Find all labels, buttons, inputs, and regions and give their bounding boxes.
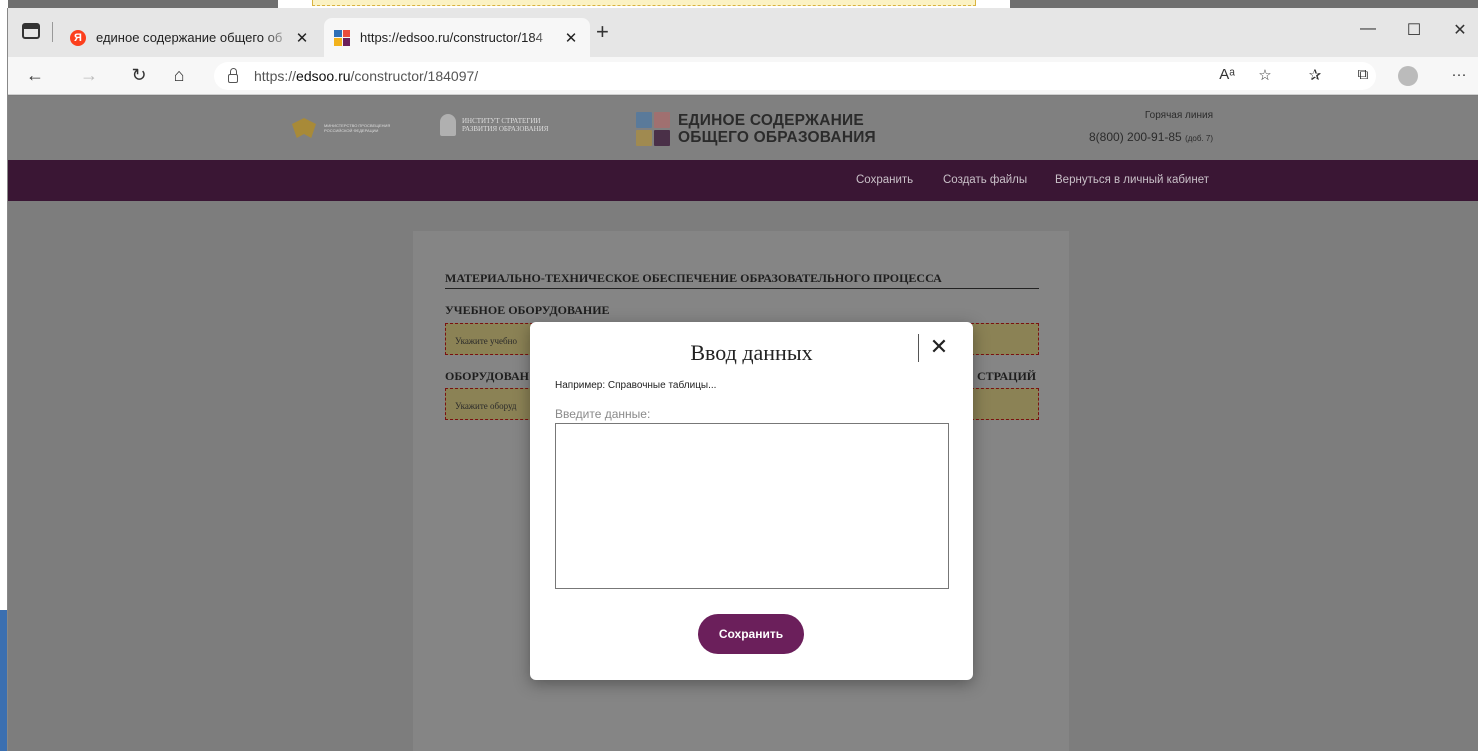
site-nav: Сохранить Создать файлы Вернуться в личн… <box>8 160 1478 201</box>
hotline-phone[interactable]: 8(800) 200-91-85 (доб. 7) <box>1089 130 1213 144</box>
lock-icon[interactable] <box>228 67 238 83</box>
section-lab-title-end: СТРАЦИЙ <box>977 369 1037 383</box>
save-button[interactable]: Сохранить <box>698 614 804 654</box>
close-icon[interactable]: ✕ <box>293 29 311 47</box>
data-textarea[interactable] <box>555 423 949 589</box>
logo-institute-text: ИНСТИТУТ СТРАТЕГИИ РАЗВИТИЯ ОБРАЗОВАНИЯ <box>462 117 548 133</box>
close-icon[interactable]: ✕ <box>562 29 580 47</box>
url-prefix: https:// <box>254 68 297 84</box>
logo-title-line1: ЕДИНОЕ СОДЕРЖАНИЕ <box>678 112 864 129</box>
section-equipment-title: УЧЕБНОЕ ОБОРУДОВАНИЕ <box>445 303 610 317</box>
profile-icon[interactable] <box>1398 66 1418 86</box>
more-icon[interactable]: ··· <box>1448 66 1470 83</box>
logo-title-line2: ОБЩЕГО ОБРАЗОВАНИЯ <box>678 129 876 146</box>
logo-institute-line2: РАЗВИТИЯ ОБРАЗОВАНИЯ <box>462 125 549 133</box>
logo-edsoo-title: ЕДИНОЕ СОДЕРЖАНИЕ ОБЩЕГО ОБРАЗОВАНИЯ <box>678 112 876 146</box>
maximize-icon[interactable]: ☐ <box>1404 20 1424 40</box>
url-path: /constructor/184097/ <box>350 68 479 84</box>
address-bar: ← → ↻ ⌂ https://edsoo.ru/constructor/184… <box>8 57 1478 95</box>
hotline: Горячая линия 8(800) 200-91-85 (доб. 7) <box>1089 110 1213 144</box>
tab-bar: Я единое содержание общего об ✕ https://… <box>8 8 1478 57</box>
logo-ministry-text: МИНИСТЕРСТВО ПРОСВЕЩЕНИЯ РОССИЙСКОЙ ФЕДЕ… <box>324 123 391 133</box>
url-host: edsoo.ru <box>296 68 351 84</box>
minimize-icon[interactable]: — <box>1358 20 1378 38</box>
url-field[interactable]: https://edsoo.ru/constructor/184097/ <box>214 62 1376 90</box>
tab-separator <box>52 22 53 42</box>
edsoo-favicon <box>334 29 350 46</box>
nav-create-files-link[interactable]: Создать файлы <box>943 174 1027 186</box>
eagle-emblem-icon <box>292 118 316 138</box>
plus-icon[interactable]: + <box>596 21 609 43</box>
logo-ministry[interactable]: МИНИСТЕРСТВО ПРОСВЕЩЕНИЯ РОССИЙСКОЙ ФЕДЕ… <box>292 118 414 138</box>
modal-hint: Например: Справочные таблицы... <box>555 380 717 391</box>
forward-icon[interactable]: → <box>78 65 100 85</box>
back-icon[interactable]: ← <box>24 65 46 85</box>
logo-edsoo[interactable]: ЕДИНОЕ СОДЕРЖАНИЕ ОБЩЕГО ОБРАЗОВАНИЯ <box>636 112 876 146</box>
nav-save-link[interactable]: Сохранить <box>856 174 913 186</box>
nav-cabinet-link[interactable]: Вернуться в личный кабинет <box>1055 174 1209 186</box>
hotline-number: 8(800) 200-91-85 <box>1089 130 1182 144</box>
data-entry-modal: Ввод данных ✕ Например: Справочные табли… <box>530 322 973 680</box>
document-heading: МАТЕРИАЛЬНО-ТЕХНИЧЕСКОЕ ОБЕСПЕЧЕНИЕ ОБРА… <box>445 271 942 285</box>
refresh-icon[interactable]: ↻ <box>128 65 150 85</box>
tab-title: единое содержание общего об <box>96 30 283 45</box>
hotline-extension: (доб. 7) <box>1185 134 1213 143</box>
heading-underline <box>445 288 1039 289</box>
close-icon[interactable]: ✕ <box>928 334 950 360</box>
favorites-icon[interactable]: ✰ <box>1304 66 1326 84</box>
edsoo-logo-icon <box>636 112 670 146</box>
browser-window: Я единое содержание общего об ✕ https://… <box>7 8 1478 751</box>
yandex-favicon: Я <box>70 29 86 46</box>
close-window-icon[interactable]: ✕ <box>1450 20 1470 40</box>
add-favorite-icon[interactable]: ☆ <box>1254 66 1276 84</box>
page-viewport: МИНИСТЕРСТВО ПРОСВЕЩЕНИЯ РОССИЙСКОЙ ФЕДЕ… <box>8 96 1478 751</box>
modal-close-separator <box>918 334 919 362</box>
background-document-field <box>312 0 976 6</box>
modal-input-label: Введите данные: <box>555 407 651 421</box>
tab-actions-icon[interactable] <box>22 23 40 39</box>
tab-edsoo-constructor[interactable]: https://edsoo.ru/constructor/184 ✕ <box>324 18 590 57</box>
logo-institute[interactable]: ИНСТИТУТ СТРАТЕГИИ РАЗВИТИЯ ОБРАЗОВАНИЯ <box>440 114 548 136</box>
hotline-label: Горячая линия <box>1144 110 1213 121</box>
institute-emblem-icon <box>440 114 456 136</box>
home-icon[interactable]: ⌂ <box>168 65 190 85</box>
collections-icon[interactable]: ⧉ <box>1352 66 1374 83</box>
tab-title: https://edsoo.ru/constructor/184 <box>360 30 543 45</box>
section-lab-title: ОБОРУДОВАН <box>445 369 529 383</box>
tab-yandex-search[interactable]: Я единое содержание общего об ✕ <box>60 18 321 57</box>
logo-institute-line1: ИНСТИТУТ СТРАТЕГИИ <box>462 117 541 125</box>
modal-title: Ввод данных <box>690 340 813 365</box>
read-aloud-icon[interactable]: A͏ᵃ <box>1216 66 1238 83</box>
site-header: МИНИСТЕРСТВО ПРОСВЕЩЕНИЯ РОССИЙСКОЙ ФЕДЕ… <box>8 96 1478 160</box>
